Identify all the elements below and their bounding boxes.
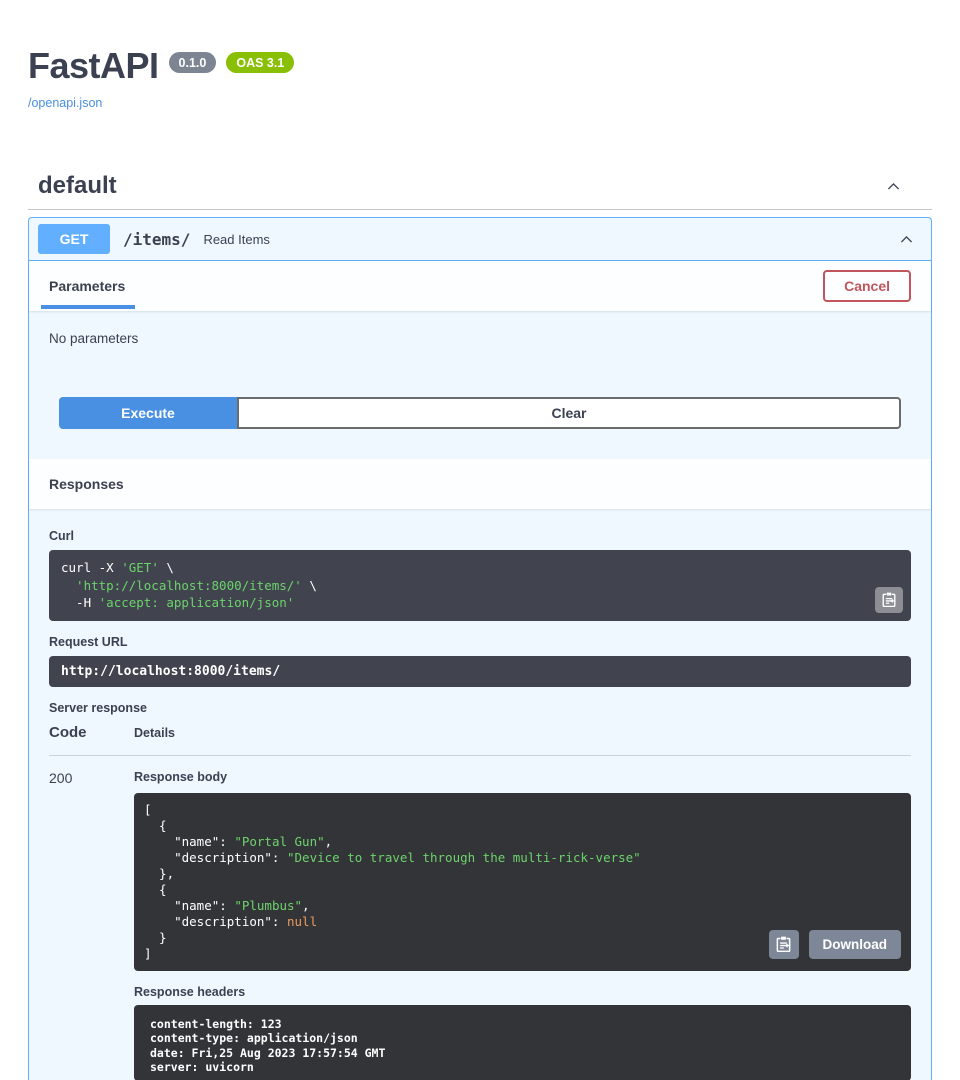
execute-button[interactable]: Execute (59, 397, 237, 429)
request-url-label: Request URL (49, 635, 911, 650)
curl-label: Curl (49, 529, 911, 544)
api-info-header: FastAPI 0.1.0 OAS 3.1 /openapi.json (28, 0, 932, 112)
tag-name: default (38, 172, 117, 200)
status-code: 200 (49, 770, 134, 1080)
collapse-operation-button[interactable] (896, 229, 917, 250)
api-version-badge: 0.1.0 (169, 52, 217, 73)
clipboard-icon (776, 936, 791, 952)
api-title-row: FastAPI 0.1.0 OAS 3.1 (28, 46, 932, 86)
responses-header-label: Responses (49, 476, 124, 492)
copy-curl-button[interactable] (875, 587, 903, 613)
chevron-up-icon[interactable] (885, 178, 902, 195)
curl-command-text: curl -X 'GET' \ 'http://localhost:8000/i… (61, 559, 899, 612)
operation-summary-text: Read Items (203, 232, 896, 247)
copy-response-button[interactable] (769, 930, 799, 959)
operation-path: /items/ (123, 230, 190, 249)
response-headers-text: content-length: 123content-type: applica… (150, 1017, 895, 1075)
parameters-tab-label: Parameters (49, 278, 125, 294)
clear-button[interactable]: Clear (237, 397, 901, 429)
no-parameters-text: No parameters (29, 311, 931, 369)
response-body-block: [ { "name": "Portal Gun", "description":… (134, 793, 911, 971)
openapi-spec-link[interactable]: /openapi.json (28, 96, 102, 110)
server-response-table: Code Details 200 Response body [ { "name… (49, 724, 911, 1080)
http-method-badge: GET (38, 224, 110, 254)
code-column-header: Code (49, 724, 134, 741)
tag-section-default[interactable]: default (28, 172, 932, 210)
response-body-label: Response body (134, 770, 911, 785)
swagger-ui-page: FastAPI 0.1.0 OAS 3.1 /openapi.json defa… (0, 0, 960, 1080)
operation-summary[interactable]: GET /items/ Read Items (29, 218, 931, 261)
responses-section-header: Responses (29, 459, 931, 509)
tab-parameters[interactable]: Parameters (49, 261, 125, 311)
response-headers-block: content-length: 123content-type: applica… (134, 1005, 911, 1080)
server-response-table-head: Code Details (49, 724, 911, 756)
download-button[interactable]: Download (809, 930, 902, 959)
operation-get-items: GET /items/ Read Items Parameters Cancel… (28, 217, 932, 1080)
responses-body: Curl curl -X 'GET' \ 'http://localhost:8… (29, 509, 931, 1080)
cancel-button[interactable]: Cancel (823, 270, 911, 302)
curl-command-block: curl -X 'GET' \ 'http://localhost:8000/i… (49, 550, 911, 621)
response-headers-label: Response headers (134, 985, 911, 1000)
active-tab-indicator (41, 305, 135, 309)
parameters-section-header: Parameters Cancel (29, 261, 931, 311)
oas-version-badge: OAS 3.1 (226, 52, 294, 73)
response-body-actions: Download (769, 930, 902, 959)
clipboard-icon (882, 592, 896, 607)
details-column-header: Details (134, 726, 175, 740)
request-url-value: http://localhost:8000/items/ (49, 656, 911, 687)
response-details: Response body [ { "name": "Portal Gun", … (134, 770, 911, 1080)
server-response-label: Server response (49, 701, 911, 716)
execute-button-group: Execute Clear (29, 369, 931, 459)
api-title: FastAPI (28, 46, 159, 86)
server-response-row: 200 Response body [ { "name": "Portal Gu… (49, 756, 911, 1080)
